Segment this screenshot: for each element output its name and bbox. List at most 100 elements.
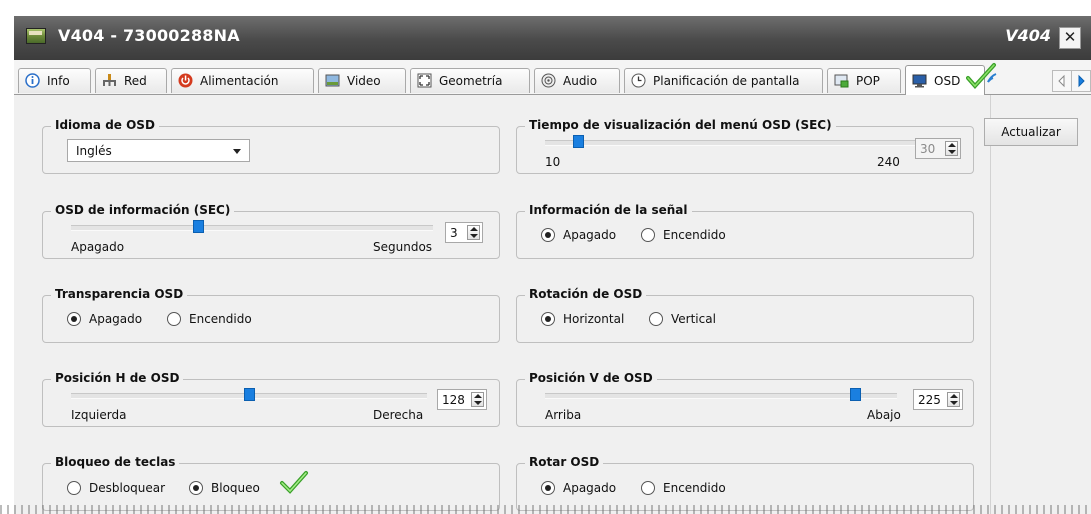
bloqueo-group: Bloqueo de teclas Desbloquear Bloqueo bbox=[42, 455, 500, 511]
tiempo-track[interactable] bbox=[545, 140, 915, 146]
checkmark-icon bbox=[280, 471, 308, 494]
video-icon bbox=[325, 73, 340, 88]
tab-scroll-right-button[interactable] bbox=[1071, 70, 1091, 92]
rotar-apagado-radio[interactable] bbox=[541, 481, 555, 495]
info-osd-title: OSD de información (SEC) bbox=[51, 203, 235, 217]
tab-planificacion[interactable]: Planificación de pantalla bbox=[624, 68, 823, 93]
idioma-title: Idioma de OSD bbox=[51, 118, 159, 132]
rotacion-horizontal-label: Horizontal bbox=[563, 312, 625, 326]
spin-arrows-icon[interactable] bbox=[947, 392, 960, 407]
pos-v-slider-thumb[interactable] bbox=[849, 388, 861, 401]
bottom-border bbox=[0, 505, 1091, 514]
tab-label: OSD bbox=[934, 74, 961, 88]
panel-divider bbox=[990, 95, 991, 514]
window-title: V404 - 73000288NA bbox=[58, 26, 240, 45]
tab-pop[interactable]: POP bbox=[827, 68, 901, 93]
tiempo-spinbox[interactable]: 30 bbox=[915, 138, 961, 159]
bloqueo-desbloquear-radio[interactable] bbox=[67, 481, 81, 495]
info-icon bbox=[25, 73, 40, 88]
rotacion-title: Rotación de OSD bbox=[525, 287, 647, 301]
senal-encendido-radio[interactable] bbox=[641, 228, 655, 242]
title-bar: V404 - 73000288NA V404 ✕ bbox=[14, 16, 1091, 60]
pos-h-left-label: Izquierda bbox=[71, 408, 127, 422]
info-osd-track[interactable] bbox=[71, 225, 433, 231]
senal-group: Información de la señal Apagado Encendid… bbox=[516, 203, 974, 259]
pos-v-group: Posición V de OSD Arriba Abajo 225 bbox=[516, 371, 974, 427]
power-icon bbox=[178, 73, 193, 88]
rotar-apagado-label: Apagado bbox=[563, 481, 617, 495]
rotacion-horizontal-radio[interactable] bbox=[541, 312, 555, 326]
close-button[interactable]: ✕ bbox=[1059, 27, 1081, 49]
tab-geometria[interactable]: Geometría bbox=[410, 68, 530, 93]
spin-arrows-icon[interactable] bbox=[471, 392, 484, 407]
rotacion-group: Rotación de OSD Horizontal Vertical bbox=[516, 287, 974, 343]
pos-v-title: Posición V de OSD bbox=[525, 371, 657, 385]
tab-alimentacion[interactable]: Alimentación bbox=[171, 68, 314, 93]
arrow-right-icon bbox=[1078, 74, 1085, 88]
rotacion-vertical-label: Vertical bbox=[671, 312, 716, 326]
pos-h-value: 128 bbox=[442, 393, 465, 407]
transparencia-group: Transparencia OSD Apagado Encendido bbox=[42, 287, 500, 343]
info-osd-slider-thumb[interactable] bbox=[192, 220, 204, 233]
tiempo-slider-thumb[interactable] bbox=[573, 135, 585, 148]
senal-apagado-label: Apagado bbox=[563, 228, 617, 242]
pos-v-spinbox[interactable]: 225 bbox=[913, 389, 963, 410]
pos-h-slider-thumb[interactable] bbox=[244, 388, 255, 401]
idioma-group: Idioma de OSD Inglés bbox=[42, 118, 500, 174]
schedule-icon bbox=[631, 73, 646, 88]
idioma-select[interactable]: Inglés bbox=[67, 139, 250, 162]
tab-scroll-left-button[interactable] bbox=[1052, 70, 1072, 92]
info-osd-group: OSD de información (SEC) Apagado Segundo… bbox=[42, 203, 500, 259]
rotacion-vertical-radio[interactable] bbox=[649, 312, 663, 326]
bloqueo-desbloquear-label: Desbloquear bbox=[89, 481, 166, 495]
transparencia-encendido-label: Encendido bbox=[189, 312, 252, 326]
bloqueo-bloqueo-label: Bloqueo bbox=[211, 481, 260, 495]
tab-label: Info bbox=[47, 74, 70, 88]
tab-red[interactable]: Red bbox=[95, 68, 167, 93]
info-osd-right-label: Segundos bbox=[373, 240, 433, 254]
app-icon bbox=[26, 28, 46, 44]
network-icon bbox=[102, 73, 117, 88]
arrow-left-icon bbox=[1058, 74, 1065, 88]
info-osd-left-label: Apagado bbox=[71, 240, 125, 254]
pop-icon bbox=[834, 73, 849, 88]
transparencia-apagado-radio[interactable] bbox=[67, 312, 81, 326]
tab-label: Geometría bbox=[439, 74, 503, 88]
pos-h-title: Posición H de OSD bbox=[51, 371, 184, 385]
tiempo-group: Tiempo de visualización del menú OSD (SE… bbox=[516, 118, 974, 174]
tiempo-title: Tiempo de visualización del menú OSD (SE… bbox=[525, 118, 836, 132]
geometry-icon bbox=[417, 73, 432, 88]
bloqueo-bloqueo-radio[interactable] bbox=[189, 481, 203, 495]
pos-h-spinbox[interactable]: 128 bbox=[437, 389, 487, 410]
pos-h-group: Posición H de OSD Izquierda Derecha 128 bbox=[42, 371, 500, 427]
transparencia-encendido-radio[interactable] bbox=[167, 312, 181, 326]
tiempo-min-label: 10 bbox=[545, 155, 561, 169]
pos-v-value: 225 bbox=[918, 393, 941, 407]
rotar-encendido-label: Encendido bbox=[663, 481, 726, 495]
audio-icon bbox=[541, 73, 556, 88]
tab-bar: Info Red Alimentación Video Geometría Au… bbox=[14, 60, 1091, 95]
idioma-value: Inglés bbox=[76, 144, 112, 158]
pos-v-track[interactable] bbox=[545, 393, 897, 399]
tab-audio[interactable]: Audio bbox=[534, 68, 620, 93]
tab-label: Audio bbox=[563, 74, 598, 88]
rotar-encendido-radio[interactable] bbox=[641, 481, 655, 495]
spin-arrows-icon[interactable] bbox=[945, 141, 958, 156]
monitor-icon bbox=[912, 73, 927, 88]
tab-label: POP bbox=[856, 74, 880, 88]
actualizar-button[interactable]: Actualizar bbox=[984, 118, 1078, 146]
tab-info[interactable]: Info bbox=[18, 68, 91, 93]
info-osd-spinbox[interactable]: 3 bbox=[445, 222, 483, 243]
spin-arrows-icon[interactable] bbox=[467, 225, 480, 240]
wifi-check-icon bbox=[966, 63, 997, 90]
tab-label: Planificación de pantalla bbox=[653, 74, 800, 88]
tab-label: Video bbox=[347, 74, 381, 88]
pos-v-left-label: Arriba bbox=[545, 408, 582, 422]
transparencia-title: Transparencia OSD bbox=[51, 287, 188, 301]
senal-title: Información de la señal bbox=[525, 203, 692, 217]
senal-encendido-label: Encendido bbox=[663, 228, 726, 242]
tab-video[interactable]: Video bbox=[318, 68, 406, 93]
senal-apagado-radio[interactable] bbox=[541, 228, 555, 242]
transparencia-apagado-label: Apagado bbox=[89, 312, 143, 326]
pos-v-right-label: Abajo bbox=[867, 408, 901, 422]
